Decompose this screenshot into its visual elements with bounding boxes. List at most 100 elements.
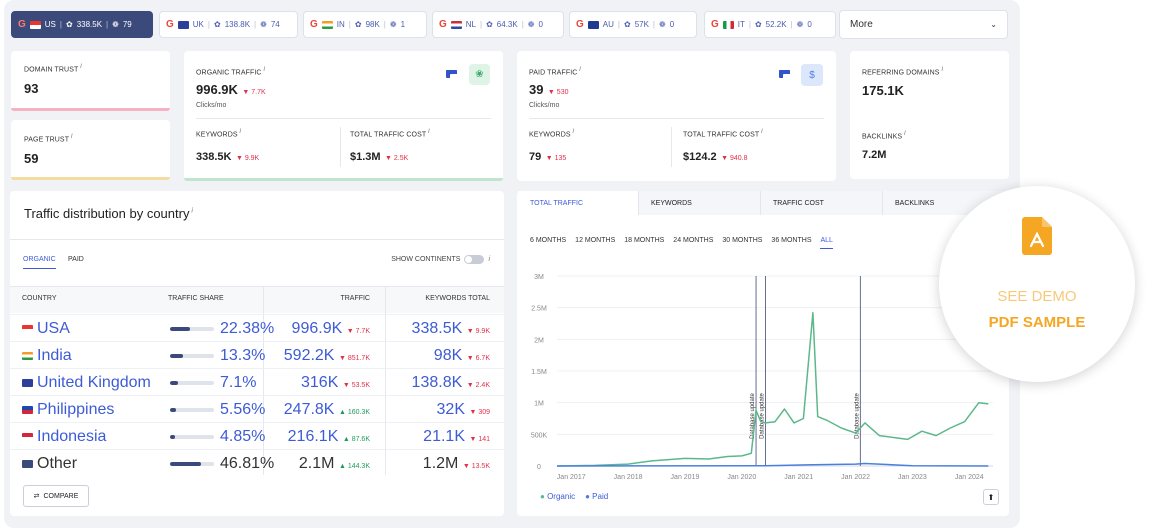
series-line-organic bbox=[556, 311, 989, 467]
google-icon: G bbox=[711, 19, 719, 30]
country-tab-in[interactable]: G IN | ✿ 98K | ❁ 1 bbox=[303, 11, 427, 38]
legend-organic[interactable]: ● Organic bbox=[540, 492, 575, 501]
share-bar bbox=[170, 461, 214, 466]
compare-icon: ⇄ bbox=[33, 493, 40, 500]
country-name[interactable]: Indonesia bbox=[37, 428, 106, 446]
flag-icon bbox=[450, 20, 462, 29]
more-dropdown[interactable]: More ⌄ bbox=[839, 10, 1008, 39]
x-tick-label: Jan 2023 bbox=[898, 474, 927, 481]
chevron-down-icon: ⌄ bbox=[990, 20, 997, 29]
chart-legend: ● Organic ● Paid bbox=[540, 492, 608, 501]
chart-tab-traffic-cost[interactable]: TRAFFIC COST bbox=[761, 191, 883, 215]
range-30-months[interactable]: 30 MONTHS bbox=[722, 237, 762, 249]
leaf-icon: ✿ bbox=[486, 20, 493, 29]
x-tick-label: Jan 2024 bbox=[955, 474, 984, 481]
y-tick-label: 0 bbox=[537, 464, 541, 471]
country-name[interactable]: United Kingdom bbox=[37, 374, 151, 392]
google-icon: G bbox=[310, 19, 318, 30]
domain-trust-card: DOMAIN TRUST i 93 bbox=[11, 51, 170, 111]
y-tick-label: 2M bbox=[534, 337, 544, 344]
flag-icon bbox=[29, 20, 41, 29]
domain-trust-value: 93 bbox=[24, 81, 39, 96]
table-row[interactable]: India 13.3% 592.2K ▼ 851.7K 98K ▼ 6.7K bbox=[10, 341, 504, 369]
range-36-months[interactable]: 36 MONTHS bbox=[771, 237, 811, 249]
continents-toggle[interactable] bbox=[464, 255, 485, 264]
country-name[interactable]: India bbox=[37, 347, 72, 365]
flag-icon bbox=[177, 20, 189, 29]
x-tick-label: Jan 2020 bbox=[727, 474, 756, 481]
organic-traffic-value: 996.9K bbox=[196, 82, 238, 97]
traffic-distribution-card: Traffic distribution by country i ORGANI… bbox=[10, 191, 504, 516]
page-trust-value: 59 bbox=[24, 151, 39, 166]
distribution-title: Traffic distribution by country bbox=[24, 206, 190, 221]
flag-icon bbox=[22, 324, 33, 333]
y-tick-label: 1M bbox=[534, 401, 544, 408]
table-row[interactable]: Philippines 5.56% 247.8K ▲ 160.3K 32K ▼ 309 bbox=[10, 395, 504, 423]
google-icon: G bbox=[18, 19, 26, 30]
share-bar bbox=[170, 380, 214, 385]
chart-tab-keywords[interactable]: KEYWORDS bbox=[639, 191, 761, 215]
flag-icon bbox=[22, 432, 33, 441]
x-tick-label: Jan 2021 bbox=[784, 474, 813, 481]
export-icon[interactable]: ⬆ bbox=[983, 489, 999, 505]
y-tick-label: 2.5M bbox=[531, 306, 547, 313]
range-all[interactable]: ALL bbox=[820, 237, 833, 249]
tab-organic[interactable]: ORGANIC bbox=[23, 256, 56, 269]
range-12-months[interactable]: 12 MONTHS bbox=[575, 237, 615, 249]
pdf-file-icon bbox=[1022, 217, 1052, 255]
us-flag-icon bbox=[446, 70, 457, 78]
country-tab-it[interactable]: G IT | ✿ 52.2K | ❁ 0 bbox=[704, 11, 836, 38]
leaf-icon: ✿ bbox=[65, 20, 73, 29]
leaf-icon: ✿ bbox=[354, 20, 362, 29]
referring-domains-card: REFERRING DOMAINS i 175.1K BACKLINKS i 7… bbox=[850, 51, 1009, 179]
leaf-icon: ✿ bbox=[623, 20, 631, 29]
annotation-label: Database update bbox=[760, 392, 766, 438]
country-tab-uk[interactable]: G UK | ✿ 138.8K | ❁ 74 bbox=[159, 11, 298, 38]
table-row[interactable]: USA 22.38% 996.9K ▼ 7.7K 338.5K ▼ 9.9K bbox=[10, 314, 504, 342]
compare-button[interactable]: ⇄ COMPARE bbox=[23, 485, 89, 507]
link-icon: ❁ bbox=[260, 20, 267, 29]
x-tick-label: Jan 2017 bbox=[557, 474, 586, 481]
table-row[interactable]: Other 46.81% 2.1M ▲ 144.3K 1.2M ▼ 13.5K bbox=[10, 449, 504, 477]
country-tab-au[interactable]: G AU | ✿ 57K | ❁ 0 bbox=[569, 11, 697, 38]
x-tick-label: Jan 2018 bbox=[614, 474, 643, 481]
country-name[interactable]: USA bbox=[37, 320, 70, 338]
see-demo-pdf-badge[interactable]: SEE DEMO PDF SAMPLE bbox=[939, 186, 1135, 382]
table-row[interactable]: Indonesia 4.85% 216.1K ▲ 87.6K 21.1K ▼ 141 bbox=[10, 422, 504, 450]
legend-paid[interactable]: ● Paid bbox=[585, 492, 608, 501]
google-icon: G bbox=[439, 19, 447, 30]
country-tab-nl[interactable]: G NL | ✿ 64.3K | ❁ 0 bbox=[432, 11, 564, 38]
google-icon: G bbox=[166, 19, 174, 30]
link-icon: ❁ bbox=[389, 20, 397, 29]
range-18-months[interactable]: 18 MONTHS bbox=[624, 237, 664, 249]
leaf-icon: ❀ bbox=[469, 64, 490, 85]
organic-traffic-card: ORGANIC TRAFFIC i 996.9K ▼ 7.7K Clicks/m… bbox=[184, 51, 503, 181]
country-tab-us[interactable]: G US | ✿ 338.5K | ❁ 79 bbox=[11, 11, 153, 38]
share-bar bbox=[170, 353, 214, 358]
domain-trust-bar bbox=[11, 108, 170, 111]
flag-icon bbox=[22, 459, 33, 468]
paid-traffic-value: 39 bbox=[529, 82, 544, 97]
share-bar bbox=[170, 326, 214, 331]
google-icon: G bbox=[576, 19, 584, 30]
share-bar bbox=[170, 407, 214, 412]
x-tick-label: Jan 2022 bbox=[841, 474, 870, 481]
y-tick-label: 3M bbox=[534, 274, 544, 281]
x-tick-label: Jan 2019 bbox=[671, 474, 700, 481]
range-24-months[interactable]: 24 MONTHS bbox=[673, 237, 713, 249]
flag-icon bbox=[22, 351, 33, 360]
link-icon: ❁ bbox=[112, 20, 119, 29]
us-flag-icon bbox=[779, 70, 790, 78]
y-tick-label: 500K bbox=[531, 432, 548, 439]
tab-paid[interactable]: PAID bbox=[68, 256, 84, 263]
leaf-icon: ✿ bbox=[754, 20, 762, 29]
chart-tab-total-traffic[interactable]: TOTAL TRAFFIC bbox=[518, 191, 639, 215]
country-name[interactable]: Philippines bbox=[37, 401, 114, 419]
range-6-months[interactable]: 6 MONTHS bbox=[530, 237, 566, 249]
flag-icon bbox=[722, 20, 734, 29]
leaf-icon: ✿ bbox=[213, 20, 221, 29]
table-row[interactable]: United Kingdom 7.1% 316K ▼ 53.5K 138.8K ▼ 2… bbox=[10, 368, 504, 396]
dollar-icon: $ bbox=[801, 64, 823, 86]
country-name[interactable]: Other bbox=[37, 455, 77, 473]
link-icon: ❁ bbox=[659, 20, 666, 29]
